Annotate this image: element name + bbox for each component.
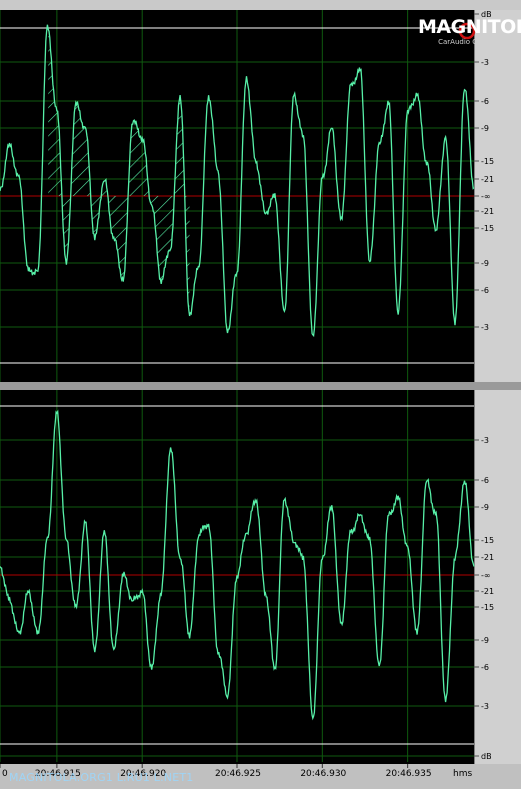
left-ytick-label-2: -6	[481, 97, 489, 106]
xtick-label-0: 0	[2, 769, 8, 779]
right-ytick-label-5: -∞	[481, 571, 491, 580]
left-ytick-label-4: -15	[481, 157, 494, 166]
watermark-text: MAGNITOLA.ORG1 L.RU1 L.NET1	[9, 771, 194, 784]
left-ytick-label-11: -3	[481, 323, 489, 332]
logo-brand: MAGNITOLA	[418, 16, 521, 38]
right-ytick-label-11: dB	[481, 752, 492, 761]
left-ytick-label-5: -21	[481, 175, 494, 184]
right-ytick-label-2: -9	[481, 503, 489, 512]
right-ytick-label-10: -3	[481, 702, 489, 711]
left-ytick-label-6: -∞	[481, 192, 491, 201]
left-ytick-label-7: -21	[481, 207, 494, 216]
left-ytick-label-8: -15	[481, 224, 494, 233]
right-ytick-label-1: -6	[481, 476, 489, 485]
xtick-label-5: 20:46.935	[386, 769, 432, 779]
waveform-editor: dB -3 -6 -9 -15 -21 -∞ -21 -15 -9 -6 -3 -3 -6 -9 -15 -21…	[0, 0, 521, 789]
right-ytick-label-6: -21	[481, 587, 494, 596]
waveform-chart: dB -3 -6 -9 -15 -21 -∞ -21 -15 -9 -6 -3 -3 -6 -9 -15 -21…	[0, 10, 494, 779]
right-ytick-label-8: -9	[481, 636, 489, 645]
left-selection-hatch	[48, 29, 190, 316]
time-unit-label: hms	[453, 769, 473, 779]
magnitola-logo: MAGNITOLA CarAudio Club	[418, 16, 521, 50]
left-ytick-label-10: -6	[481, 286, 489, 295]
logo-subtitle: CarAudio Club	[438, 38, 488, 46]
right-ytick-label-4: -21	[481, 553, 494, 562]
xtick-label-4: 20:46.930	[300, 769, 346, 779]
left-ytick-label-3: -9	[481, 124, 489, 133]
right-ytick-label-0: -3	[481, 436, 489, 445]
right-ytick-label-3: -15	[481, 536, 494, 545]
right-ytick-label-9: -6	[481, 663, 489, 672]
left-ytick-label-1: -3	[481, 58, 489, 67]
xtick-label-3: 20:46.925	[215, 769, 261, 779]
left-ytick-label-9: -9	[481, 259, 489, 268]
right-ytick-label-7: -15	[481, 603, 494, 612]
